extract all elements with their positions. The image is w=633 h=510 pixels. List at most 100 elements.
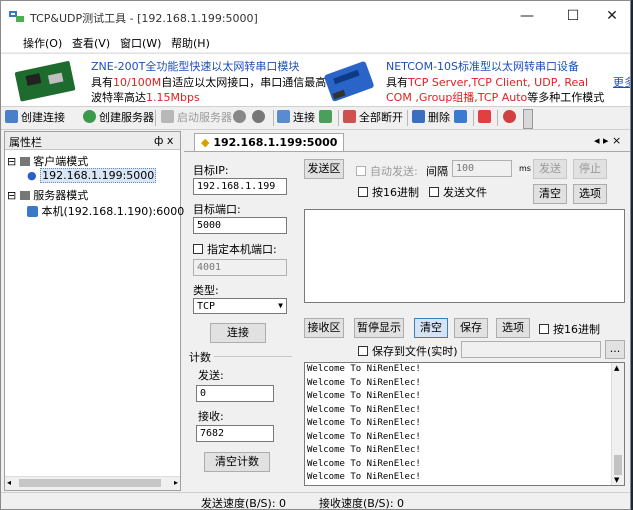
disconnect-all-button[interactable]: 全部断开	[343, 109, 403, 127]
recv-line: Welcome To NiRenElec!	[307, 391, 421, 401]
auto-send-checkbox[interactable]: 自动发送:	[356, 163, 418, 179]
recv-clear-button[interactable]: 清空	[414, 318, 448, 338]
recv-line: Welcome To NiRenElec!	[307, 418, 421, 428]
target-ip-input[interactable]: 192.168.1.199	[193, 178, 287, 195]
tree-client-mode[interactable]: ⊟ 客户端模式	[7, 153, 88, 169]
ad-more-link[interactable]: 更多	[613, 74, 630, 90]
ad-right-line3: COM ,Group组播,TCP Auto等多种工作模式	[386, 91, 605, 104]
disconnect-button[interactable]	[319, 109, 335, 127]
browse-file-button[interactable]: ...	[605, 340, 625, 359]
recv-save-button[interactable]: 保存	[454, 318, 488, 338]
interval-label: 间隔	[426, 165, 448, 178]
computer-icon	[19, 157, 30, 166]
send-count-field: 0	[196, 385, 274, 402]
recv-vertical-scrollbar[interactable]: ▲ ▼	[611, 363, 624, 485]
settings-button[interactable]	[503, 109, 519, 127]
save-to-file-checkbox[interactable]: 保存到文件(实时)	[358, 343, 458, 359]
send-file-checkbox[interactable]: 发送文件	[429, 184, 487, 200]
delete-button[interactable]: 删除	[412, 109, 450, 127]
create-server-icon	[83, 110, 96, 123]
connection-tab-icon: ◆	[201, 136, 210, 149]
ad-left-line3: 波特率高达1.15Mbps	[91, 91, 200, 104]
stop-button[interactable]	[252, 109, 268, 127]
gear-button[interactable]	[233, 109, 249, 127]
connect-button[interactable]: 连接	[277, 109, 315, 127]
tree-server-item[interactable]: 本机(192.168.1.190):6000	[27, 203, 184, 219]
local-port-input[interactable]: 4001	[193, 259, 287, 276]
send-button[interactable]: 发送	[533, 159, 567, 179]
property-panel-header: 属性栏 ф x	[5, 132, 180, 150]
menu-help[interactable]: 帮助(H)	[171, 35, 210, 51]
scroll-down-icon[interactable]: ▼	[614, 476, 619, 484]
horizontal-scrollbar[interactable]: ◂ ▸	[5, 476, 180, 490]
local-port-checkbox[interactable]: 指定本机端口:	[193, 241, 277, 257]
create-connection-button[interactable]: 创建连接	[5, 109, 65, 127]
stop-send-button[interactable]: 停止	[573, 159, 607, 179]
recv-line: Welcome To NiRenElec!	[307, 404, 421, 415]
target-port-input[interactable]: 5000	[193, 217, 287, 234]
connection-dot-icon: ●	[27, 169, 37, 182]
network-button[interactable]	[454, 109, 470, 127]
save-file-path-input[interactable]	[461, 341, 601, 358]
recv-count-field: 7682	[196, 425, 274, 442]
send-area-button[interactable]: 发送区	[304, 159, 344, 179]
ad-right-line2: 具有TCP Server,TCP Client, UDP, Real	[386, 76, 589, 89]
chevron-down-icon: ▼	[278, 301, 283, 310]
close-button[interactable]: ✕	[592, 5, 630, 27]
send-hex-checkbox[interactable]: 按16进制	[358, 184, 419, 200]
gear-icon	[233, 110, 246, 123]
ad-left-line1[interactable]: ZNE-200T全功能型快速以太网转串口模块	[91, 58, 299, 74]
recv-area-button[interactable]: 接收区	[304, 318, 344, 338]
toolbar: 创建连接 创建服务器 启动服务器 连接 全部断开 删除	[1, 107, 630, 130]
title-bar: TCP&UDP测试工具 - [192.168.1.199:5000] — ☐ ✕	[1, 1, 630, 32]
scrollbar-thumb[interactable]	[19, 479, 161, 487]
recv-hex-checkbox[interactable]: 按16进制	[539, 321, 600, 337]
recv-line: Welcome To NiRenElec!	[307, 458, 421, 469]
toolbar-overflow-button[interactable]	[523, 109, 533, 129]
ad-banner[interactable]: ZNE-200T全功能型快速以太网转串口模块 具有10/100M自适应以太网接口…	[1, 53, 630, 107]
property-panel-title: 属性栏	[9, 136, 42, 149]
record-button[interactable]	[478, 109, 494, 127]
maximize-button[interactable]: ☐	[553, 5, 593, 27]
type-label: 类型:	[193, 284, 219, 297]
interval-input[interactable]: 100	[452, 160, 512, 177]
send-textarea[interactable]	[304, 209, 625, 303]
recv-textarea[interactable]: Welcome To NiRenElec! Welcome To NiRenEle…	[304, 362, 625, 486]
app-window: TCP&UDP测试工具 - [192.168.1.199:5000] — ☐ ✕…	[0, 0, 631, 510]
tab-connection[interactable]: ◆ 192.168.1.199:5000	[194, 133, 345, 152]
connect-icon	[277, 110, 290, 123]
ad-left-line2: 具有10/100M自适应以太网接口，串口通信最高	[91, 76, 327, 89]
send-count-label: 发送:	[198, 369, 224, 382]
panel-pin-close[interactable]: ф x	[154, 134, 173, 147]
tab-nav-controls[interactable]: ◂ ▸ ×	[594, 134, 621, 147]
connect-conn-button[interactable]: 连接	[210, 323, 266, 343]
send-clear-button[interactable]: 清空	[533, 184, 567, 204]
start-server-button[interactable]: 启动服务器	[161, 109, 232, 127]
menu-view[interactable]: 查看(V)	[72, 35, 110, 51]
tree-client-item[interactable]: ● 192.168.1.199:5000	[27, 168, 157, 183]
clear-count-button[interactable]: 清空计数	[204, 452, 270, 472]
create-server-button[interactable]: 创建服务器	[83, 109, 154, 127]
type-select[interactable]: TCP ▼	[193, 298, 287, 314]
send-options-button[interactable]: 选项	[573, 184, 607, 204]
recv-count-label: 接收:	[198, 410, 224, 423]
scroll-thumb[interactable]	[614, 455, 622, 475]
scroll-up-icon[interactable]: ▲	[614, 364, 619, 372]
recv-line: Welcome To NiRenElec!	[307, 445, 421, 455]
menu-operate[interactable]: 操作(O)	[23, 35, 62, 51]
stop-icon	[252, 110, 265, 123]
tree-server-mode[interactable]: ⊟ 服务器模式	[7, 187, 88, 203]
recv-line: Welcome To NiRenElec!	[307, 431, 421, 442]
minimize-button[interactable]: —	[507, 5, 547, 27]
target-port-label: 目标端口:	[193, 203, 241, 216]
recv-options-button[interactable]: 选项	[496, 318, 530, 338]
target-ip-label: 目标IP:	[193, 164, 229, 177]
recv-speed-status: 接收速度(B/S): 0	[319, 497, 405, 510]
pause-display-button[interactable]: 暂停显示	[354, 318, 404, 338]
menu-window[interactable]: 窗口(W)	[120, 35, 161, 51]
interval-unit: ms	[519, 164, 531, 173]
module-board-icon	[15, 61, 76, 102]
network-app-icon	[9, 11, 24, 22]
ad-right-line1[interactable]: NETCOM-10S标准型以太网转串口设备	[386, 58, 579, 74]
create-connection-icon	[5, 110, 18, 123]
